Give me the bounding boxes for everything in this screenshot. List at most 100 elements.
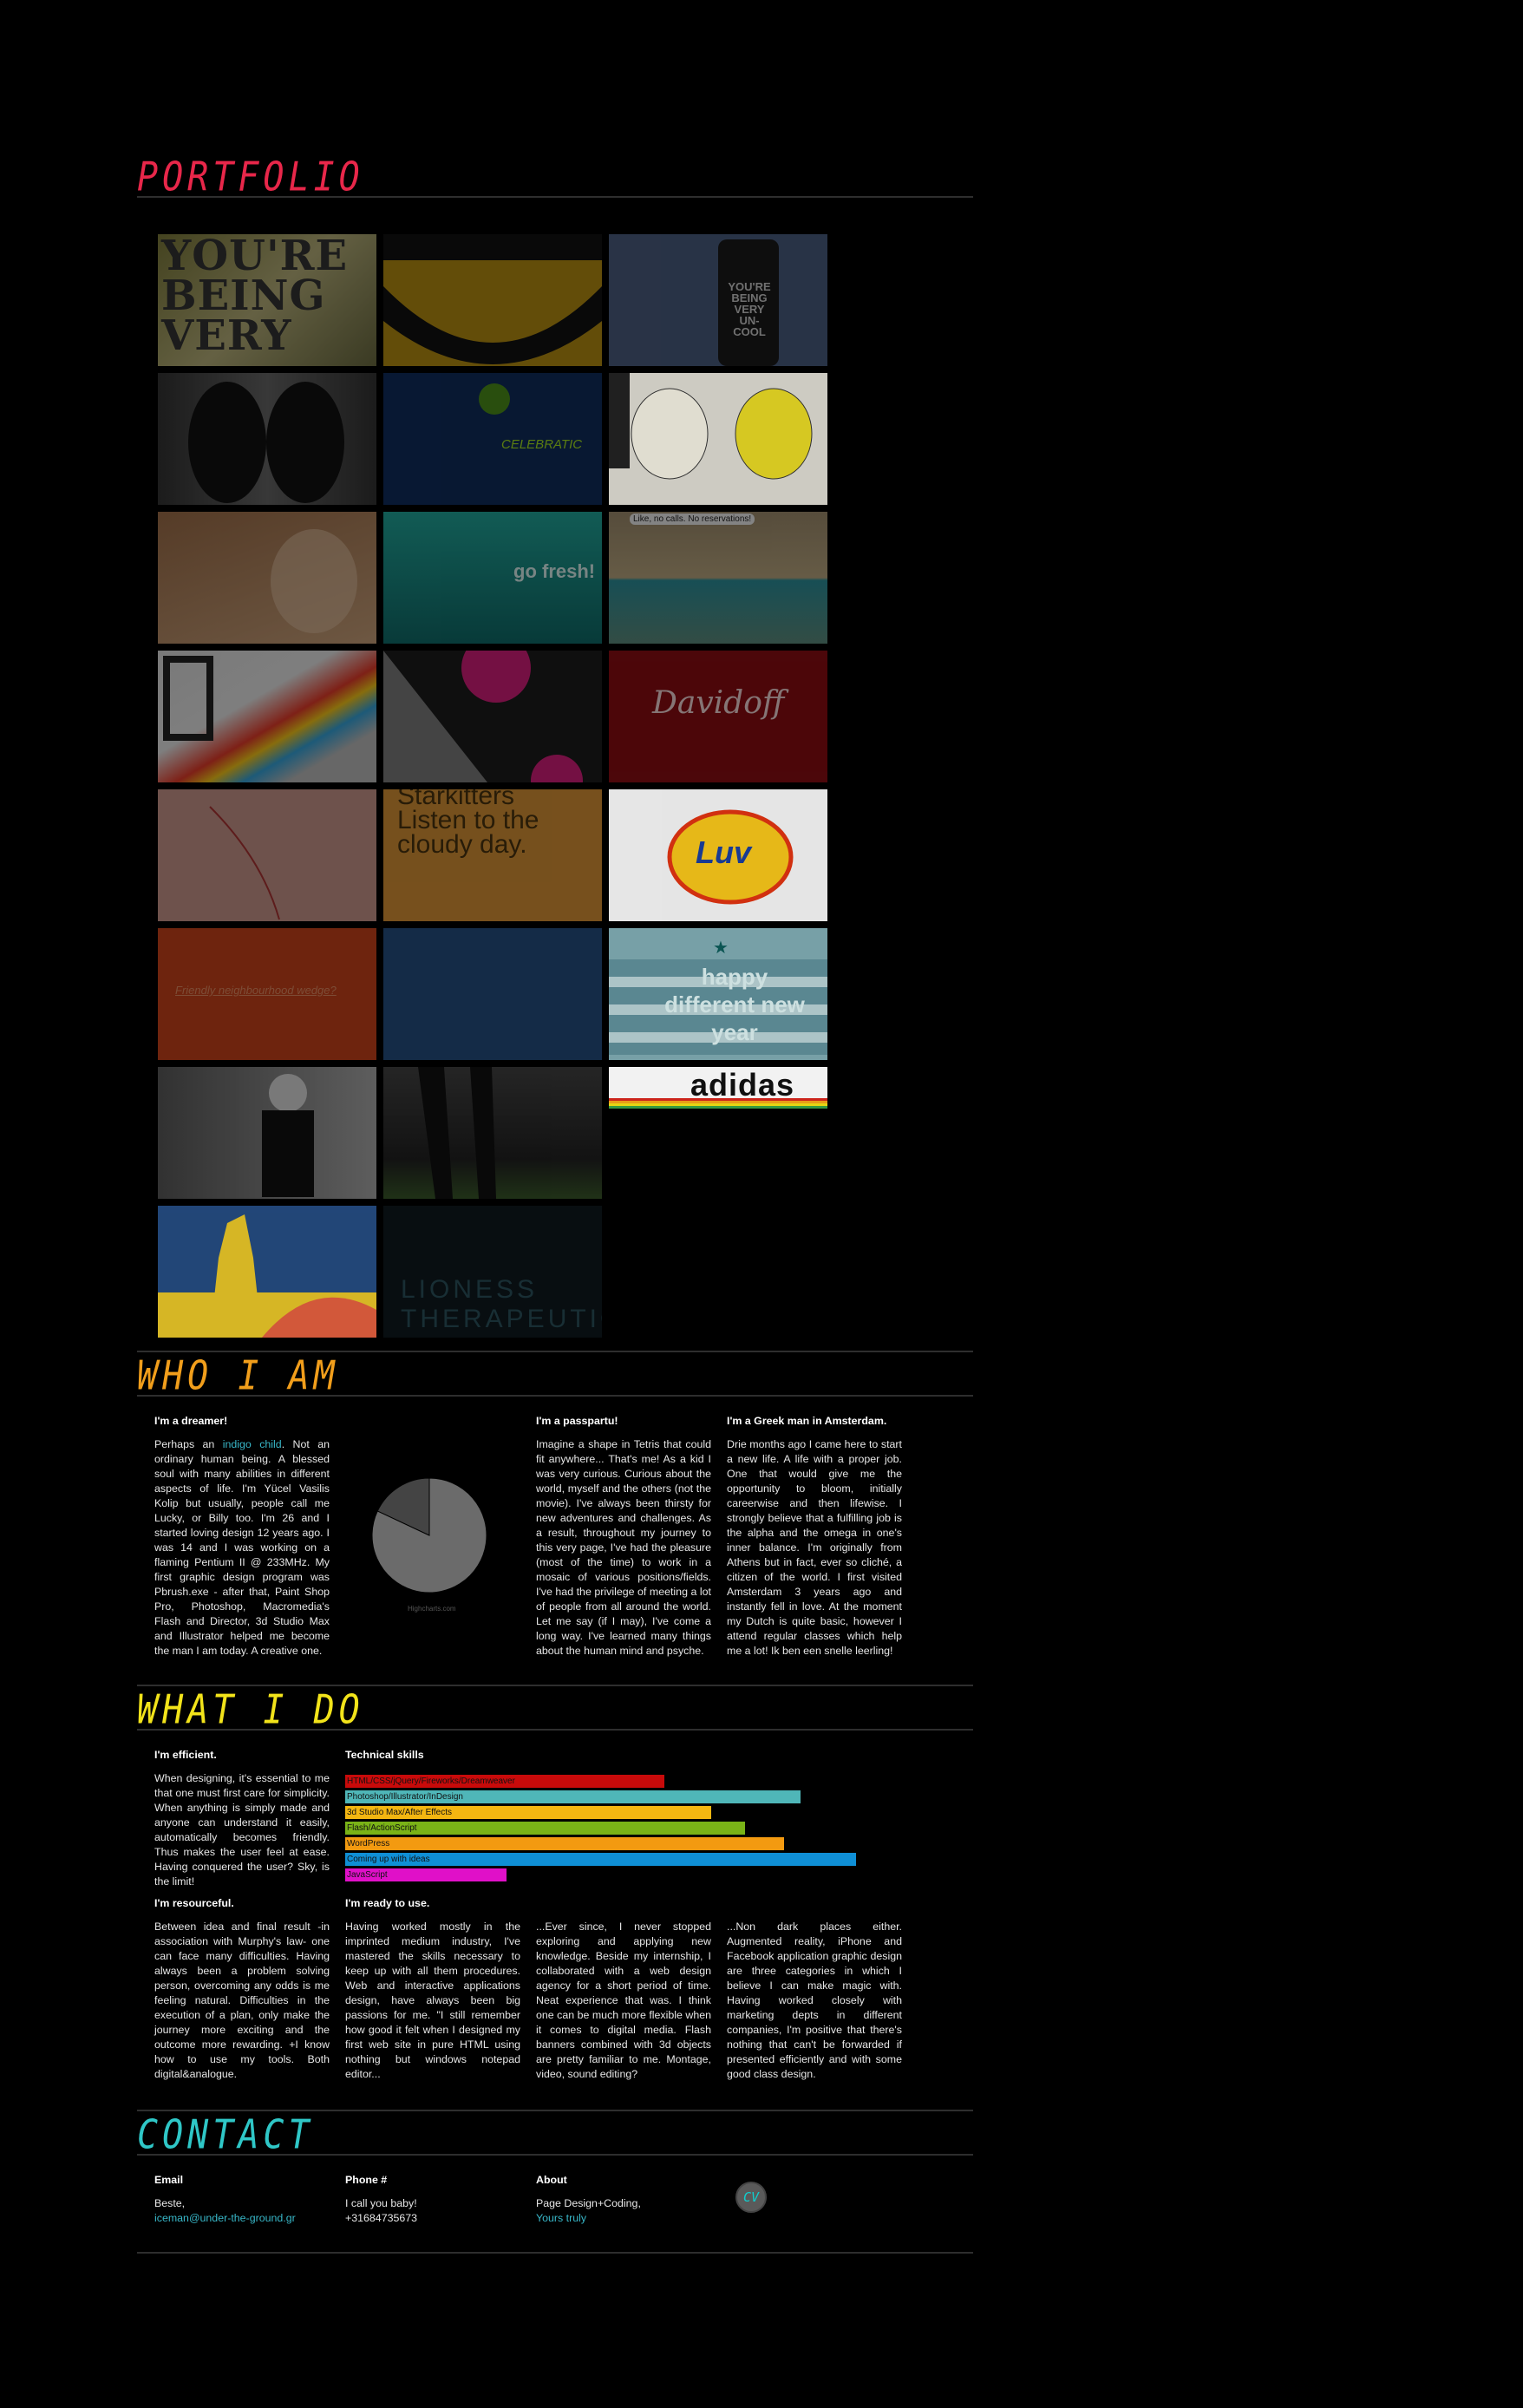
indigo-child-link[interactable]: indigo child: [223, 1438, 282, 1450]
portfolio-tile[interactable]: adidas: [609, 1067, 827, 1109]
portfolio-tile[interactable]: Luv: [609, 789, 827, 921]
greek-text: Drie months ago I came here to start a n…: [727, 1438, 902, 1657]
who-heading: WHO I AM: [137, 1353, 339, 1399]
contact-heading: CONTACT: [137, 2112, 314, 2158]
portfolio-tile[interactable]: [158, 1067, 376, 1199]
portfolio-tile[interactable]: Starkitters Listen to the cloudy day.: [383, 789, 602, 921]
what-top-divider: [137, 1685, 973, 1686]
ready-text: Having worked mostly in the imprinted me…: [345, 1921, 520, 2080]
portfolio-tile[interactable]: [383, 651, 602, 782]
what-column-4: ...Non dark places either. Augmented rea…: [727, 1920, 902, 2082]
dreamer-text-body: . Not an ordinary human being. A blessed…: [154, 1438, 330, 1657]
portfolio-tile[interactable]: Davidoff: [609, 651, 827, 782]
tile-artwork: [271, 529, 357, 633]
portfolio-tile[interactable]: [383, 928, 602, 1060]
portfolio-tile[interactable]: YOU'RE BEING VERY: [158, 234, 376, 366]
about-link[interactable]: Yours truly: [536, 2212, 586, 2224]
tile-artwork: [262, 1074, 314, 1197]
rainbow-stripe: [609, 1098, 827, 1109]
what-ready-column: I'm ready to use. Having worked mostly i…: [345, 1896, 520, 2082]
skill-bar: Coming up with ideas: [345, 1853, 856, 1866]
portfolio-tile[interactable]: [158, 512, 376, 644]
tile-caption: CELEBRATIC: [501, 437, 583, 452]
tile-artwork: [163, 656, 213, 741]
tile-artwork: [158, 1214, 376, 1338]
what-heading: WHAT I DO: [137, 1687, 364, 1733]
chart-credit[interactable]: Highcharts.com: [408, 1605, 456, 1613]
tile-artwork: [383, 234, 602, 364]
email-heading: Email: [154, 2174, 184, 2186]
who-divider: [137, 1395, 973, 1397]
efficient-text: When designing, it's essential to me tha…: [154, 1772, 330, 1888]
star-icon: ★: [713, 939, 729, 958]
who-greek-column: I'm a Greek man in Amsterdam. Drie month…: [727, 1414, 902, 1659]
resourceful-text: Between idea and final result -in associ…: [154, 1921, 330, 2080]
portfolio-tile[interactable]: [158, 373, 376, 505]
tile-caption: Luv: [696, 834, 752, 870]
skill-bar: HTML/CSS/jQuery/Fireworks/Dreamweaver: [345, 1775, 664, 1788]
what-text-3: ...Ever since, I never stopped exploring…: [536, 1921, 711, 2080]
tile-caption: Friendly neighbourhood wedge?: [175, 984, 337, 997]
passpartu-heading: I'm a passpartu!: [536, 1415, 618, 1427]
skills-pie-chart: Highcharts.com: [364, 1475, 494, 1622]
ready-heading: I'm ready to use.: [345, 1897, 430, 1909]
who-top-divider: [137, 1351, 973, 1352]
what-divider: [137, 1729, 973, 1731]
phone-number: +31684735673: [345, 2212, 418, 2224]
what-column-3: ...Ever since, I never stopped exploring…: [536, 1920, 711, 2082]
portfolio-heading: PORTFOLIO: [137, 154, 364, 200]
portfolio-tile[interactable]: [609, 373, 827, 505]
email-link[interactable]: iceman@under-the-ground.gr: [154, 2212, 296, 2224]
about-heading: About: [536, 2174, 567, 2186]
dreamer-heading: I'm a dreamer!: [154, 1415, 228, 1427]
contact-divider: [137, 2154, 973, 2156]
footer-divider: [137, 2252, 973, 2254]
portfolio-tile[interactable]: CELEBRATIC: [383, 373, 602, 505]
portfolio-tile[interactable]: YOU'RE BEING VERY UN-COOL: [609, 234, 827, 366]
cv-download-button[interactable]: CV: [735, 2182, 767, 2213]
tile-caption: Starkitters Listen to the cloudy day.: [397, 789, 539, 859]
skill-bar: 3d Studio Max/After Effects: [345, 1806, 711, 1819]
what-efficient-column: I'm efficient. When designing, it's esse…: [154, 1748, 330, 1889]
portfolio-tile[interactable]: [158, 1206, 376, 1338]
portfolio-tile[interactable]: [158, 789, 376, 921]
portfolio-tile[interactable]: Friendly neighbourhood wedge?: [158, 928, 376, 1060]
phone-heading: Phone #: [345, 2174, 388, 2186]
pie-svg: [371, 1477, 487, 1593]
tile-caption: YOU'RE BEING VERY UN-COOL: [728, 280, 771, 338]
portfolio-tile[interactable]: [383, 234, 602, 366]
email-greeting: Beste,: [154, 2197, 186, 2209]
skill-bar: Photoshop/Illustrator/InDesign: [345, 1790, 801, 1803]
tile-caption: LIONESS THERAPEUTICS: [401, 1275, 602, 1333]
who-dreamer-column: I'm a dreamer! Perhaps an indigo child. …: [154, 1414, 330, 1659]
who-passpartu-column: I'm a passpartu! Imagine a shape in Tetr…: [536, 1414, 711, 1659]
tile-artwork: [209, 806, 280, 920]
tile-caption: happy different new year: [664, 964, 805, 1045]
technical-skills-heading: Technical skills: [345, 1749, 424, 1761]
resourceful-heading: I'm resourceful.: [154, 1897, 234, 1909]
tile-artwork: [383, 651, 583, 782]
portfolio-tile[interactable]: Like, no calls. No reservations!: [609, 512, 827, 644]
portfolio-tile[interactable]: [158, 651, 376, 782]
tile-artwork: [188, 382, 344, 503]
portfolio-tile[interactable]: [383, 1067, 602, 1199]
about-text: Page Design+Coding,: [536, 2197, 641, 2209]
dreamer-text-intro: Perhaps an: [154, 1438, 223, 1450]
contact-about-column: About Page Design+Coding, Yours truly: [536, 2173, 711, 2226]
tile-caption: go fresh!: [513, 560, 596, 582]
portfolio-tile[interactable]: go fresh!: [383, 512, 602, 644]
portfolio-divider: [137, 196, 973, 198]
tile-artwork: [609, 373, 813, 480]
tile-caption: Like, no calls. No reservations!: [630, 514, 755, 525]
passpartu-text: Imagine a shape in Tetris that could fit…: [536, 1438, 711, 1657]
contact-top-divider: [137, 2110, 973, 2111]
technical-skills-heading-wrap: Technical skills: [345, 1748, 900, 1771]
tile-caption: YOU'RE BEING VERY: [161, 234, 349, 360]
efficient-heading: I'm efficient.: [154, 1749, 217, 1761]
skill-bar: JavaScript: [345, 1868, 507, 1881]
what-resourceful-column: I'm resourceful. Between idea and final …: [154, 1896, 330, 2082]
contact-phone-column: Phone # I call you baby! +31684735673: [345, 2173, 520, 2226]
portfolio-tile[interactable]: ★ happy different new year: [609, 928, 827, 1060]
portfolio-tile[interactable]: LIONESS THERAPEUTICS: [383, 1206, 602, 1338]
what-text-4: ...Non dark places either. Augmented rea…: [727, 1921, 902, 2080]
